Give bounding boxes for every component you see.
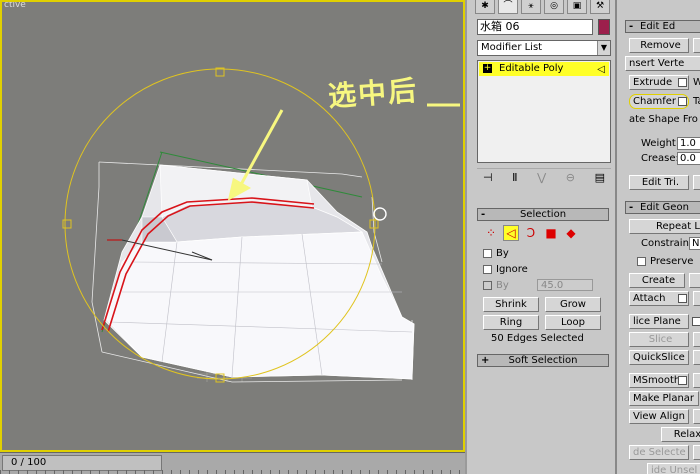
collapse-button[interactable] <box>689 273 700 288</box>
cut-button[interactable] <box>693 350 700 365</box>
polygon-icon[interactable]: ■ <box>543 225 559 241</box>
loop-button[interactable]: Loop <box>545 315 601 330</box>
remove-modifier-icon[interactable]: ⊖ <box>566 171 575 188</box>
selection-rollout-header[interactable]: - Selection <box>477 208 609 221</box>
expand-icon[interactable]: + <box>483 64 492 73</box>
edit-edges-rollout-header[interactable]: - Edit Ed <box>625 20 700 33</box>
chevron-down-icon[interactable]: ▼ <box>597 41 610 55</box>
configure-sets-icon[interactable]: ▤ <box>595 171 605 188</box>
make-unique-icon[interactable]: ⋁ <box>537 171 546 188</box>
vertex-icon[interactable]: ⁘ <box>483 225 499 241</box>
crease-field[interactable]: 0.0 <box>677 152 700 165</box>
hide-unselected-button[interactable]: ide Unsel <box>647 463 700 474</box>
weight-label: Weight: <box>641 138 680 149</box>
object-color-swatch[interactable] <box>598 19 610 35</box>
preserve-uvs-checkbox[interactable]: Preserve <box>637 256 693 267</box>
detach-button[interactable] <box>693 291 700 306</box>
stack-item-label: Editable Poly <box>499 63 564 74</box>
repeat-last-button[interactable]: Repeat L <box>629 219 700 234</box>
chamfer-settings-icon[interactable] <box>678 97 687 106</box>
timeline-bar[interactable]: 0 / 100 <box>0 452 465 474</box>
show-end-result-icon[interactable]: Ⅱ <box>512 171 517 188</box>
weight-field[interactable]: 1.0 <box>677 137 700 150</box>
ring-button[interactable]: Ring <box>483 315 539 330</box>
insert-vertex-button[interactable]: nsert Verte <box>625 56 700 71</box>
perspective-viewport[interactable]: ctive 选中后 <box>0 0 465 452</box>
timeline-ticks <box>0 470 465 474</box>
slice-button[interactable]: Slice <box>629 332 689 347</box>
border-icon[interactable]: Ͻ <box>523 225 539 241</box>
time-slider[interactable]: 0 / 100 <box>2 455 162 471</box>
unhide-all-button[interactable] <box>693 445 700 460</box>
by-vertex-checkbox[interactable]: By <box>483 248 509 259</box>
stack-toolbar: ⊣ Ⅱ ⋁ ⊖ ▤ <box>477 168 611 188</box>
create-tab-icon[interactable]: ✱ <box>475 0 495 14</box>
annotation-text: 选中后 <box>327 73 420 114</box>
msmooth-settings-icon[interactable] <box>678 376 687 385</box>
soft-selection-rollout-header[interactable]: + Soft Selection <box>477 354 609 367</box>
split-checkbox[interactable] <box>692 317 700 326</box>
edge-icon[interactable]: ◁ <box>503 225 519 241</box>
target-weld-fragment: Ta <box>693 96 700 107</box>
element-icon[interactable]: ◆ <box>563 225 579 241</box>
quickslice-button[interactable]: QuickSlice <box>629 350 689 365</box>
remove-button[interactable]: Remove <box>629 38 689 53</box>
ignore-backfacing-checkbox[interactable]: Ignore <box>483 264 528 275</box>
create-shape-button[interactable]: ate Shape Fro <box>629 114 698 125</box>
reset-plane-button[interactable] <box>693 332 700 347</box>
shrink-button[interactable]: Shrink <box>483 297 539 312</box>
motion-tab-icon[interactable]: ◎ <box>544 0 564 14</box>
slice-plane-button[interactable]: lice Plane <box>629 314 689 329</box>
modifier-list-dropdown[interactable]: Modifier List ▼ <box>477 40 611 56</box>
command-panel-tabs: ✱ ⌒ ⚹ ◎ ▣ ⚒ <box>475 0 610 14</box>
weld-label-fragment: W <box>693 77 700 88</box>
edit-tri-button[interactable]: Edit Tri. <box>629 175 689 190</box>
tessellate-button[interactable] <box>693 373 700 388</box>
split-button[interactable] <box>693 38 700 53</box>
hide-selected-button[interactable]: de Selecte <box>629 445 689 460</box>
stack-item-editable-poly[interactable]: + Editable Poly ◁ <box>479 62 609 76</box>
edit-geometry-rollout-header[interactable]: - Edit Geon <box>625 201 700 214</box>
extrude-settings-icon[interactable] <box>678 78 687 87</box>
command-panel: ✱ ⌒ ⚹ ◎ ▣ ⚒ 水箱 06 Modifier List ▼ + Edit… <box>465 0 615 474</box>
modify-tab-icon[interactable]: ⌒ <box>498 0 518 14</box>
display-tab-icon[interactable]: ▣ <box>567 0 587 14</box>
constraints-dropdown[interactable]: No <box>689 237 700 250</box>
rotate-cursor-icon <box>373 207 387 221</box>
by-angle-checkbox[interactable]: By <box>483 280 509 291</box>
object-name-field[interactable]: 水箱 06 <box>477 19 593 35</box>
modifier-stack[interactable]: + Editable Poly ◁ <box>477 60 611 163</box>
hierarchy-tab-icon[interactable]: ⚹ <box>521 0 541 14</box>
grid-align-button[interactable] <box>693 409 700 424</box>
edge-subobject-icon: ◁ <box>597 64 605 75</box>
turn-button[interactable] <box>693 175 700 190</box>
utilities-tab-icon[interactable]: ⚒ <box>590 0 610 14</box>
pin-stack-icon[interactable]: ⊣ <box>483 171 493 188</box>
edit-panel: -Edit Ed Remove nsert Verte Extrude W Ch… <box>615 0 700 474</box>
subobject-icons: ⁘ ◁ Ͻ ■ ◆ <box>483 225 579 241</box>
create-button[interactable]: Create <box>629 273 685 288</box>
view-align-button[interactable]: View Align <box>629 409 689 424</box>
modifier-list-label: Modifier List <box>481 42 543 53</box>
selection-status: 50 Edges Selected <box>491 333 584 344</box>
angle-spinner[interactable]: 45.0 <box>537 279 593 291</box>
make-planar-button[interactable]: Make Planar <box>629 391 699 406</box>
attach-list-icon[interactable] <box>678 294 687 303</box>
relax-button[interactable]: Relax <box>661 427 700 442</box>
grow-button[interactable]: Grow <box>545 297 601 312</box>
crease-label: Crease: <box>641 153 679 164</box>
